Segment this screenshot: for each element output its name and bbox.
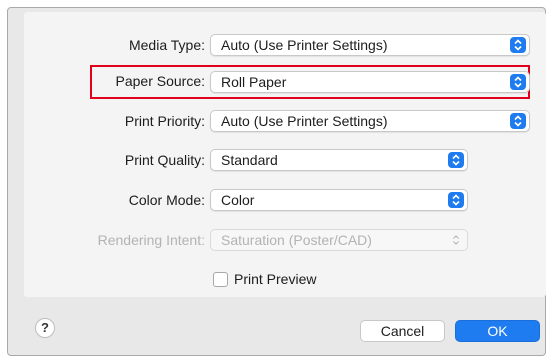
print-priority-popup[interactable]: Auto (Use Printer Settings) xyxy=(210,110,530,132)
rendering-intent-popup: Saturation (Poster/CAD) xyxy=(210,229,468,251)
print-priority-label: Print Priority: xyxy=(124,113,205,129)
print-preview-label[interactable]: Print Preview xyxy=(234,271,316,287)
paper-source-value: Roll Paper xyxy=(221,74,287,90)
color-mode-value: Color xyxy=(221,192,255,208)
chevron-updown-icon xyxy=(448,232,464,248)
chevron-updown-icon xyxy=(448,152,464,168)
print-priority-value: Auto (Use Printer Settings) xyxy=(221,113,388,129)
help-button[interactable]: ? xyxy=(35,318,55,338)
print-quality-popup[interactable]: Standard xyxy=(210,149,468,171)
media-type-value: Auto (Use Printer Settings) xyxy=(221,37,388,53)
print-quality-label: Print Quality: xyxy=(124,152,205,168)
print-quality-value: Standard xyxy=(221,152,278,168)
print-preview-checkbox[interactable] xyxy=(213,272,228,287)
chevron-updown-icon xyxy=(510,37,526,53)
color-mode-popup[interactable]: Color xyxy=(210,189,468,211)
paper-source-label: Paper Source: xyxy=(115,73,206,89)
cancel-button[interactable]: Cancel xyxy=(360,320,445,342)
print-dialog-screen: Media Type: Auto (Use Printer Settings) … xyxy=(0,0,554,363)
ok-button[interactable]: OK xyxy=(455,320,540,342)
color-mode-label: Color Mode: xyxy=(128,192,205,208)
chevron-updown-icon xyxy=(448,192,464,208)
chevron-updown-icon xyxy=(510,74,526,90)
media-type-label: Media Type: xyxy=(128,37,205,53)
media-type-popup[interactable]: Auto (Use Printer Settings) xyxy=(210,34,530,56)
rendering-intent-value: Saturation (Poster/CAD) xyxy=(221,232,372,248)
chevron-updown-icon xyxy=(510,113,526,129)
rendering-intent-label: Rendering Intent: xyxy=(97,232,205,248)
paper-source-popup[interactable]: Roll Paper xyxy=(210,71,530,93)
